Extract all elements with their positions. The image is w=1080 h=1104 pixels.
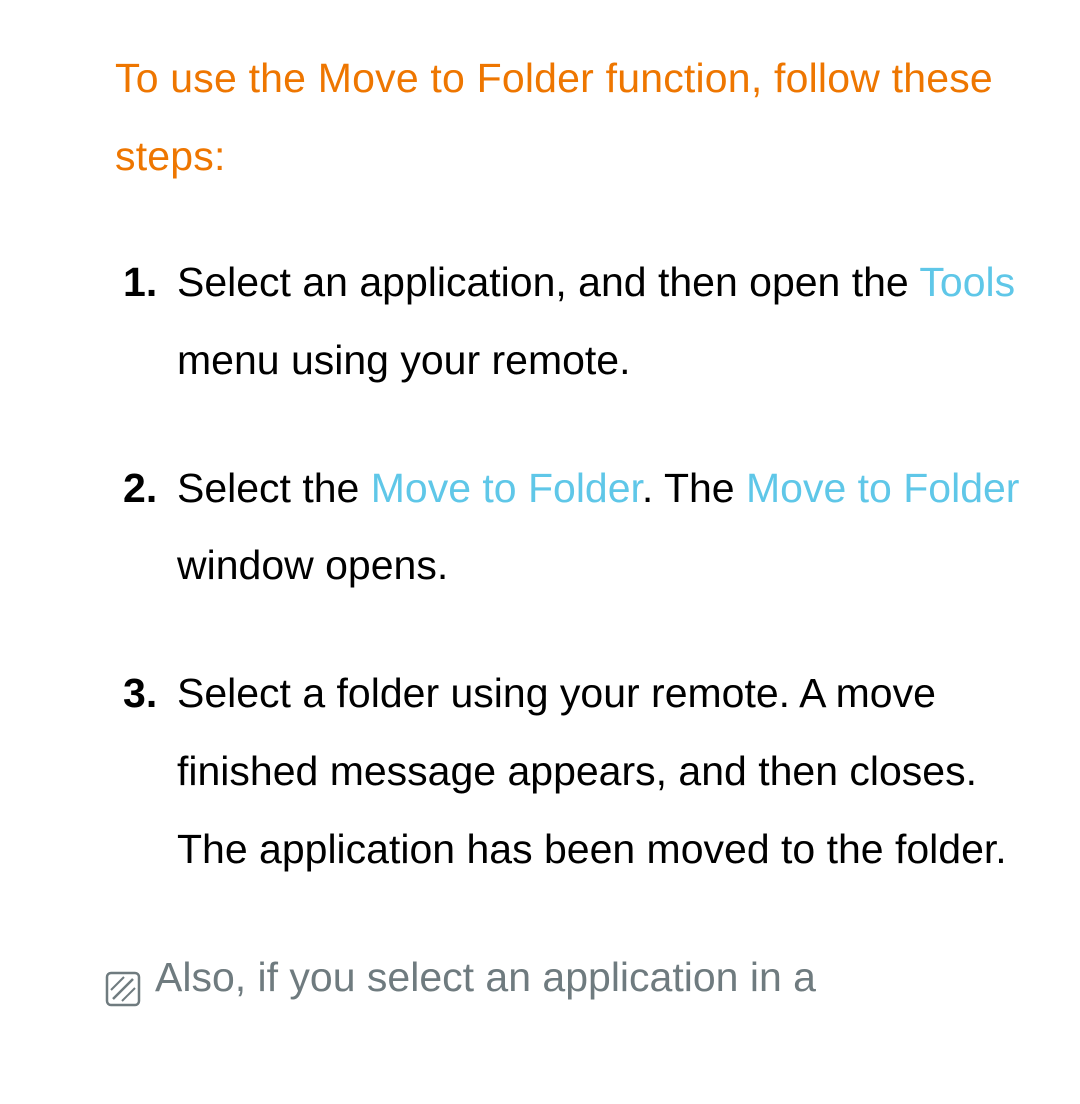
steps-list: Select an application, and then open the… bbox=[115, 244, 1030, 889]
move-to-folder-highlight-1: Move to Folder bbox=[371, 465, 642, 511]
note-text: Also, if you select an application in a bbox=[155, 939, 816, 1017]
tools-highlight: Tools bbox=[919, 259, 1015, 305]
step-1-text-b: menu using your remote. bbox=[177, 337, 631, 383]
step-3: Select a folder using your remote. A mov… bbox=[115, 655, 1030, 889]
step-2: Select the Move to Folder. The Move to F… bbox=[115, 450, 1030, 606]
step-1-text-a: Select an application, and then open the bbox=[177, 259, 919, 305]
note-icon bbox=[105, 955, 141, 1033]
step-1: Select an application, and then open the… bbox=[115, 244, 1030, 400]
step-2-text-c: window opens. bbox=[177, 542, 448, 588]
step-2-text-b: . The bbox=[642, 465, 746, 511]
step-2-text-a: Select the bbox=[177, 465, 371, 511]
note-row: Also, if you select an application in a bbox=[105, 939, 1030, 1033]
move-to-folder-highlight-2: Move to Folder bbox=[746, 465, 1019, 511]
section-heading: To use the Move to Folder function, foll… bbox=[115, 40, 1030, 196]
step-3-text: Select a folder using your remote. A mov… bbox=[177, 670, 1007, 872]
